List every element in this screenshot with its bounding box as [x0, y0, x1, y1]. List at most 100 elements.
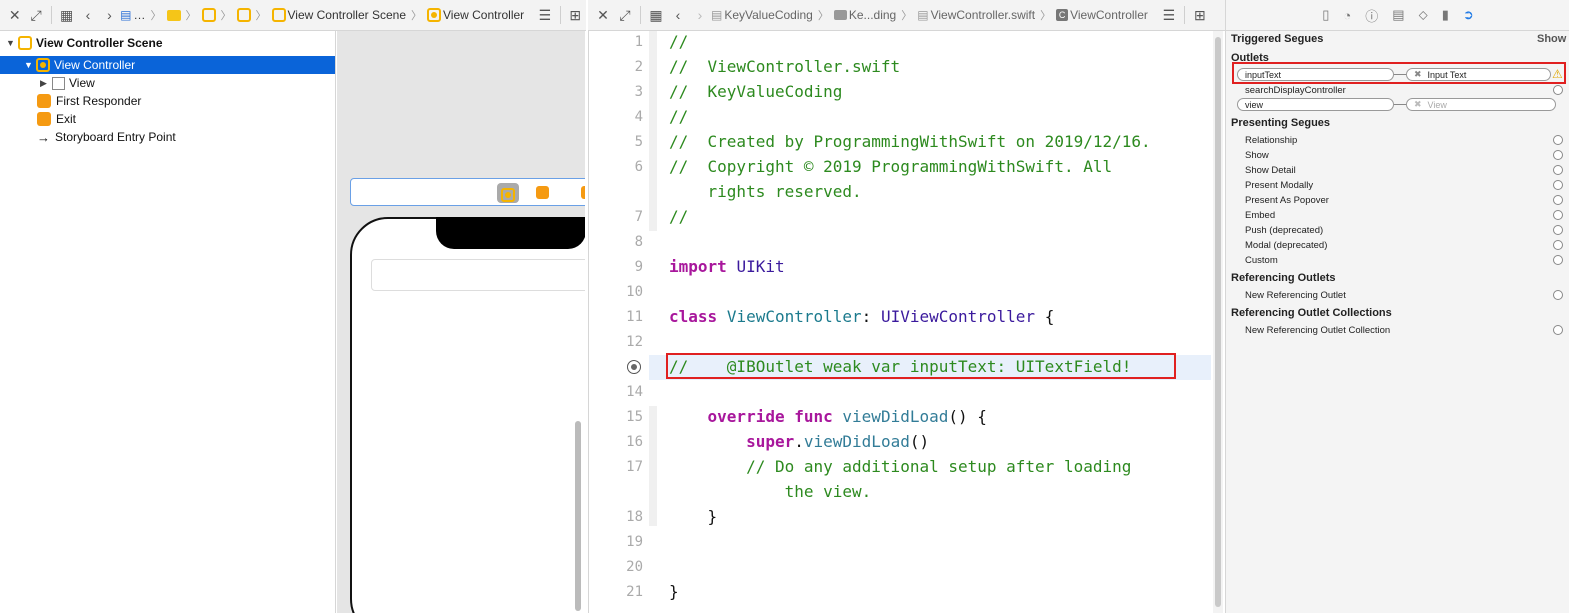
line-number[interactable]: 12	[589, 334, 643, 350]
outline-scene[interactable]: ▼ View Controller Scene	[6, 34, 163, 52]
line-number[interactable]: 17	[589, 459, 643, 475]
code-line[interactable]: // Created by ProgrammingWithSwift on 20…	[669, 132, 1151, 151]
code-line[interactable]: override func viewDidLoad() {	[669, 407, 987, 426]
line-number[interactable]: 4	[589, 109, 643, 125]
line-number[interactable]: 7	[589, 209, 643, 225]
connection-circle-icon[interactable]	[1553, 165, 1563, 175]
code-line[interactable]: // KeyValueCoding	[669, 82, 842, 101]
code-line[interactable]: import UIKit	[669, 257, 785, 276]
device-frame[interactable]	[350, 217, 585, 613]
remove-connection-icon[interactable]: ✖	[1414, 99, 1422, 110]
grid-icon[interactable]: ▦	[56, 4, 77, 26]
line-number[interactable]: 20	[589, 559, 643, 575]
line-number[interactable]: 21	[589, 584, 643, 600]
storyboard-canvas[interactable]	[337, 31, 585, 613]
code-line[interactable]: the view.	[669, 482, 872, 501]
connection-circle-icon[interactable]	[1553, 150, 1563, 160]
disclosure-open-icon[interactable]: ▼	[6, 38, 18, 48]
attributes-icon[interactable]: ⬦	[1419, 7, 1428, 23]
breadcrumb-scene[interactable]: View Controller Scene	[288, 8, 407, 22]
size-icon[interactable]: ▮	[1442, 7, 1449, 23]
line-number[interactable]: 6	[589, 159, 643, 175]
presenting-segue-row[interactable]: Modal (deprecated)	[1245, 238, 1563, 252]
grid-icon[interactable]: ▦	[645, 4, 667, 26]
line-number[interactable]: 8	[589, 234, 643, 250]
breadcrumb-view-controller[interactable]: View Controller	[443, 8, 524, 22]
presenting-segue-row[interactable]: Relationship	[1245, 133, 1563, 147]
code-editor[interactable]: 1 2 3 4 5 6 7 8 9 10 11 12 14 15 16 17 18 19 20 21 //// Vie…	[588, 31, 1224, 613]
show-toggle[interactable]: Show	[1537, 33, 1566, 45]
connections-icon[interactable]: ➲	[1463, 7, 1474, 23]
file-inspector-icon[interactable]: ▯	[1322, 7, 1329, 23]
presenting-segue-row[interactable]: Present Modally	[1245, 178, 1563, 192]
scene-dock[interactable]	[350, 178, 585, 206]
connection-circle-icon[interactable]	[1553, 225, 1563, 235]
line-number[interactable]: 11	[589, 309, 643, 325]
back-icon[interactable]: ‹	[77, 4, 98, 26]
line-number[interactable]: 16	[589, 434, 643, 450]
code-line[interactable]: //	[669, 32, 688, 51]
exit-dock-icon[interactable]	[581, 186, 585, 199]
close-icon[interactable]: ✕	[4, 4, 25, 26]
outline-item-exit[interactable]: Exit	[37, 110, 76, 128]
line-number[interactable]: 9	[589, 259, 643, 275]
storyboard-icon[interactable]	[201, 8, 216, 22]
line-number[interactable]: 14	[589, 384, 643, 400]
new-referencing-outlet-collection[interactable]: New Referencing Outlet Collection	[1245, 323, 1563, 337]
presenting-segue-row[interactable]: Present As Popover	[1245, 193, 1563, 207]
back-icon[interactable]: ‹	[667, 4, 689, 26]
scrollbar-thumb[interactable]	[1215, 37, 1221, 607]
connection-circle-icon[interactable]	[1553, 135, 1563, 145]
line-number[interactable]: 19	[589, 534, 643, 550]
line-number[interactable]: 10	[589, 284, 643, 300]
identity-icon[interactable]: ▤	[1392, 7, 1404, 23]
outline-item-entry-point[interactable]: → Storyboard Entry Point	[37, 128, 176, 146]
close-icon[interactable]: ✕	[592, 4, 614, 26]
connection-circle-icon[interactable]	[1553, 240, 1563, 250]
code-line[interactable]: // Copyright © 2019 ProgrammingWithSwift…	[669, 157, 1112, 176]
presenting-segue-row[interactable]: Show	[1245, 148, 1563, 162]
add-editor-icon[interactable]: ⊞	[1189, 4, 1211, 26]
first-responder-dock-icon[interactable]	[536, 186, 549, 199]
new-referencing-outlet[interactable]: New Referencing Outlet	[1245, 288, 1563, 302]
breadcrumb-project[interactable]: KeyValueCoding	[724, 8, 813, 22]
connection-circle-icon[interactable]	[1553, 85, 1563, 95]
breadcrumb-class[interactable]: ViewController	[1070, 8, 1148, 22]
breadcrumb-group[interactable]: Ke...ding	[849, 8, 896, 22]
scrollbar[interactable]	[575, 421, 581, 611]
outlet-search-display-controller[interactable]: searchDisplayController	[1245, 83, 1563, 97]
folder-icon[interactable]	[166, 9, 181, 21]
connection-circle-icon[interactable]	[1553, 290, 1563, 300]
forward-icon[interactable]: ›	[99, 4, 120, 26]
storyboard-icon[interactable]	[236, 8, 251, 22]
expand-icon[interactable]: ⤢	[25, 4, 46, 26]
code-line[interactable]: //	[669, 207, 688, 226]
code-line[interactable]: // ViewController.swift	[669, 57, 900, 76]
code-line[interactable]: }	[669, 582, 679, 601]
code-line[interactable]: // Do any additional setup after loading	[669, 457, 1131, 476]
line-number[interactable]: 2	[589, 59, 643, 75]
presenting-segue-row[interactable]: Embed	[1245, 208, 1563, 222]
outlet-target-view[interactable]: ✖ View	[1406, 98, 1556, 111]
disclosure-closed-icon[interactable]: ▶	[40, 78, 52, 89]
list-icon[interactable]: ☰	[534, 4, 555, 26]
code-line[interactable]: super.viewDidLoad()	[669, 432, 929, 451]
code-line[interactable]: rights reserved.	[669, 182, 862, 201]
breadcrumb-ellipsis[interactable]: …	[134, 8, 146, 22]
outline-item-view[interactable]: ▶ View	[40, 74, 95, 92]
code-line[interactable]: }	[669, 507, 718, 526]
line-number[interactable]: 15	[589, 409, 643, 425]
code-line[interactable]: //	[669, 107, 688, 126]
text-field[interactable]	[371, 259, 585, 291]
assistant-icon[interactable]: ☰	[1158, 4, 1180, 26]
add-editor-icon[interactable]: ⊞	[565, 4, 586, 26]
connection-circle-icon[interactable]	[1553, 255, 1563, 265]
forward-icon[interactable]: ›	[689, 4, 711, 26]
presenting-segue-row[interactable]: Custom	[1245, 253, 1563, 267]
outlet-view[interactable]: view	[1237, 98, 1394, 111]
presenting-segue-row[interactable]: Show Detail	[1245, 163, 1563, 177]
disclosure-open-icon[interactable]: ▼	[24, 60, 36, 70]
connection-circle-icon[interactable]	[1553, 210, 1563, 220]
presenting-segue-row[interactable]: Push (deprecated)	[1245, 223, 1563, 237]
connection-circle-icon[interactable]	[1553, 180, 1563, 190]
